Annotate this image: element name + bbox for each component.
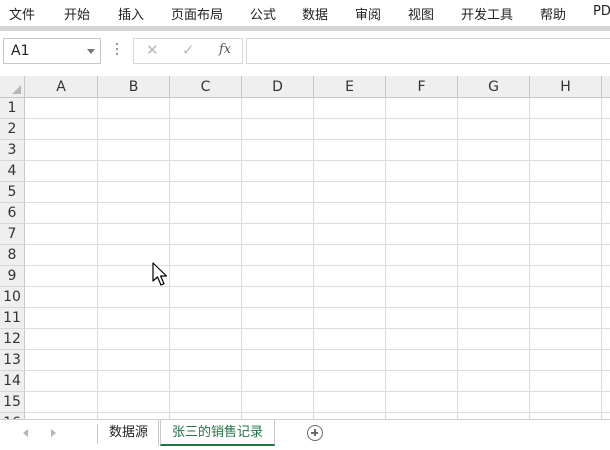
column-header-c[interactable]: C [170, 76, 242, 98]
column-header-g[interactable]: G [458, 76, 530, 98]
ribbon-tab-bar: 文件 开始 插入 页面布局 公式 数据 审阅 视图 开发工具 帮助 PD [0, 0, 610, 31]
ribbon-tab-data[interactable]: 数据 [302, 4, 328, 23]
insert-function-icon[interactable]: fx [219, 42, 231, 57]
grid-line-horizontal [25, 139, 610, 140]
row-header-4[interactable]: 4 [0, 161, 25, 182]
mouse-pointer-icon [152, 262, 168, 286]
grid-line-horizontal [25, 223, 610, 224]
grid-line-horizontal [25, 412, 610, 413]
column-header-h[interactable]: H [530, 76, 602, 98]
formula-buttons: ✕ ✓ fx [133, 38, 243, 64]
sheet-tab-sales-record[interactable]: 张三的销售记录 [160, 420, 275, 446]
grid-line-horizontal [25, 118, 610, 119]
row-header-10[interactable]: 10 [0, 287, 25, 308]
grid-line-horizontal [25, 202, 610, 203]
ribbon-tab-page-layout[interactable]: 页面布局 [171, 4, 223, 23]
ribbon-tab-insert[interactable]: 插入 [118, 4, 144, 23]
row-header-11[interactable]: 11 [0, 308, 25, 329]
column-header-a[interactable]: A [25, 76, 98, 98]
chevron-left-icon[interactable] [23, 429, 28, 437]
name-box-value: A1 [11, 43, 30, 59]
worksheet-grid[interactable]: A B C D E F G H 1 2 3 4 5 6 7 8 9 10 11 … [0, 76, 610, 419]
row-header-2[interactable]: 2 [0, 119, 25, 140]
enter-check-icon[interactable]: ✓ [182, 41, 195, 59]
chevron-down-icon[interactable] [87, 49, 95, 54]
add-sheet-icon[interactable] [307, 425, 323, 441]
ribbon-tab-home[interactable]: 开始 [64, 4, 90, 23]
row-header-15[interactable]: 15 [0, 392, 25, 413]
column-header-b[interactable]: B [98, 76, 170, 98]
sheet-tab-bar: 数据源 张三的销售记录 [0, 419, 610, 450]
row-header-8[interactable]: 8 [0, 245, 25, 266]
grid-line-horizontal [25, 244, 610, 245]
row-header-6[interactable]: 6 [0, 203, 25, 224]
ribbon-tab-developer[interactable]: 开发工具 [461, 4, 513, 23]
row-header-14[interactable]: 14 [0, 371, 25, 392]
row-header-1[interactable]: 1 [0, 98, 25, 119]
formula-input[interactable] [246, 38, 610, 64]
column-header-e[interactable]: E [314, 76, 386, 98]
select-all-triangle-icon [12, 85, 21, 94]
name-box[interactable]: A1 [3, 38, 101, 64]
ribbon-tab-view[interactable]: 视图 [408, 4, 434, 23]
ribbon-tab-formulas[interactable]: 公式 [250, 4, 276, 23]
row-header-3[interactable]: 3 [0, 140, 25, 161]
grid-line-horizontal [25, 265, 610, 266]
chevron-right-icon[interactable] [51, 429, 56, 437]
select-all-corner[interactable] [0, 76, 25, 98]
grid-line-horizontal [25, 328, 610, 329]
sheet-tab-data-source[interactable]: 数据源 [99, 420, 159, 446]
ribbon-tab-help[interactable]: 帮助 [540, 4, 566, 23]
grid-line-horizontal [25, 181, 610, 182]
grid-line-horizontal [25, 349, 610, 350]
column-header-d[interactable]: D [242, 76, 314, 98]
row-header-5[interactable]: 5 [0, 182, 25, 203]
column-header-f[interactable]: F [386, 76, 458, 98]
ribbon-tab-file[interactable]: 文件 [9, 4, 35, 23]
grid-line-horizontal [25, 286, 610, 287]
row-header-9[interactable]: 9 [0, 266, 25, 287]
grid-line-horizontal [25, 307, 610, 308]
row-header-12[interactable]: 12 [0, 329, 25, 350]
grid-line-horizontal [25, 160, 610, 161]
resize-handle[interactable] [116, 43, 119, 59]
column-header-partial[interactable] [602, 76, 610, 98]
grid-line-horizontal [25, 391, 610, 392]
ribbon-tab-pdf[interactable]: PD [593, 4, 610, 19]
tab-divider [97, 424, 98, 444]
grid-line-horizontal [25, 370, 610, 371]
formula-bar: A1 ✕ ✓ fx [0, 31, 610, 73]
row-header-13[interactable]: 13 [0, 350, 25, 371]
row-header-7[interactable]: 7 [0, 224, 25, 245]
cancel-icon[interactable]: ✕ [146, 41, 159, 59]
ribbon-tab-review[interactable]: 审阅 [355, 4, 381, 23]
